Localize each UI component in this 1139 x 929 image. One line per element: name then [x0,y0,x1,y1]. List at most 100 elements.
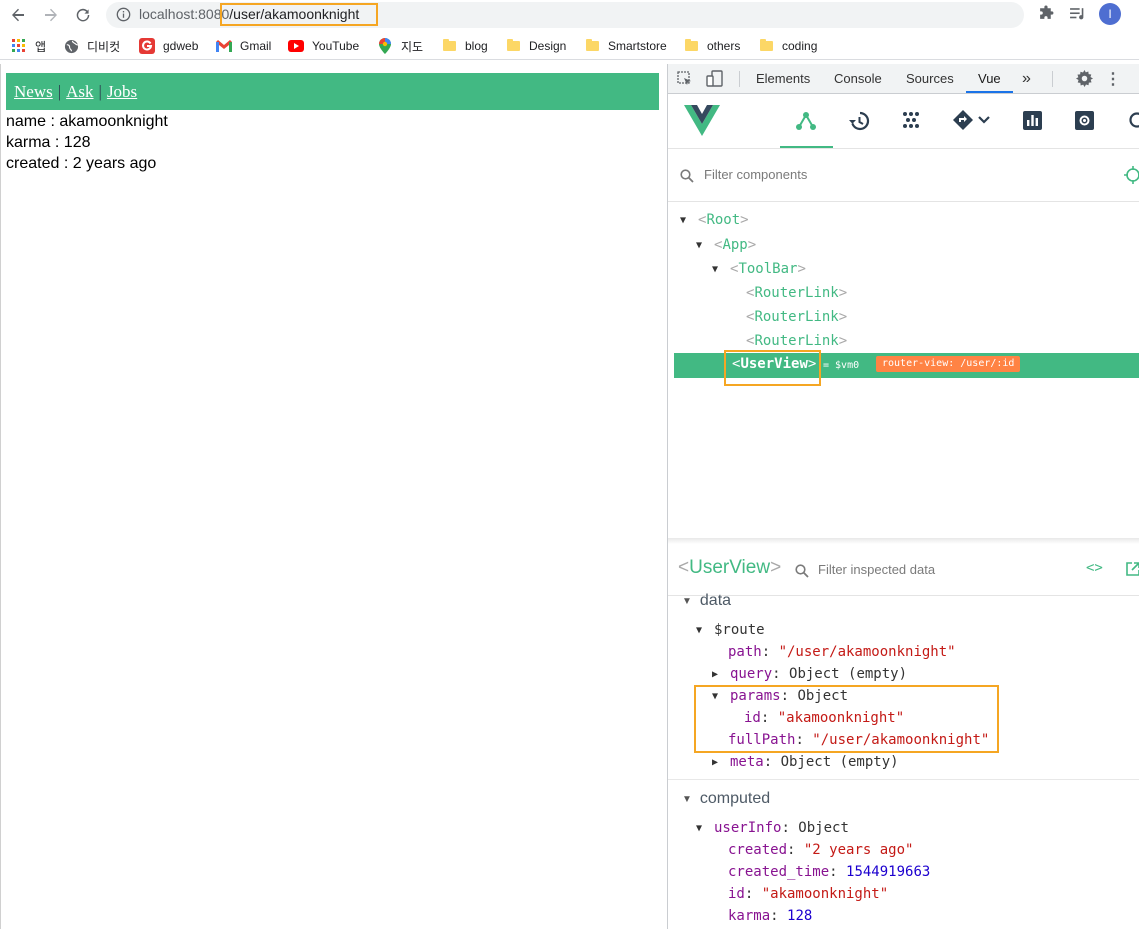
tree-node-app[interactable]: ▼ < App > [696,234,756,256]
timeline-tab-button[interactable] [848,110,870,135]
prop-route[interactable]: ▼ $route [696,619,765,641]
profile-avatar[interactable]: I [1099,3,1121,25]
collapse-triangle-icon[interactable]: ▶ [712,669,722,680]
prop-userinfo[interactable]: ▼ userInfo: Object [696,817,849,839]
bookmarks-bar: 앱 디비컷 gdweb Gmail YouTube 지도 blog Design… [0,32,1139,60]
tree-node-routerlink[interactable]: < RouterLink > [746,282,847,304]
computed-section-header[interactable]: ▼ computed [682,789,770,809]
code-view-icon[interactable]: <> [1086,560,1103,576]
prop-key: meta [730,754,764,770]
prop-value: 1544919663 [846,864,931,880]
expand-triangle-icon[interactable]: ▼ [696,625,706,636]
prop-value: 128 [787,908,813,924]
tree-node-root[interactable]: ▼ < Root > [680,209,749,231]
tab-console[interactable]: Console [834,71,882,86]
section-label: data [699,592,732,609]
bookmark-coding[interactable]: coding [758,37,817,55]
expand-triangle-icon[interactable]: ▼ [682,596,692,607]
vue-settings-tab-button[interactable] [1075,111,1094,133]
prop-meta[interactable]: ▶ meta: Object (empty) [712,751,899,773]
reload-button[interactable] [72,4,94,26]
dots-grid-icon [903,112,919,128]
bookmark-design[interactable]: Design [505,37,566,55]
router-tab-button[interactable] [952,109,992,134]
prop-user-id[interactable]: id: "akamoonknight" [728,883,888,905]
bookmark-gdweb[interactable]: gdweb [139,37,198,55]
info-icon[interactable] [116,7,131,22]
prop-karma[interactable]: karma: 128 [728,905,812,927]
expand-triangle-icon[interactable]: ▼ [680,215,690,226]
media-queue-button[interactable] [1069,5,1086,25]
extensions-button[interactable] [1038,5,1055,25]
history-icon [849,111,870,131]
device-toolbar-button[interactable] [706,70,724,91]
collapse-triangle-icon[interactable]: ▶ [712,757,722,768]
tree-node-toolbar[interactable]: ▼ < ToolBar > [712,258,806,280]
bookmark-maps[interactable]: 지도 [377,37,423,55]
components-tab-button[interactable] [795,110,817,135]
active-vue-tab-indicator [780,146,833,148]
settings-button[interactable] [1076,70,1093,90]
colon: : [744,886,762,902]
component-name: Root [706,212,741,228]
tab-elements[interactable]: Elements [756,71,810,86]
bookmark-label: 앱 [35,39,47,54]
browser-toolbar: localhost:8080/user/akamoonknight I [0,0,1139,30]
tab-sources[interactable]: Sources [906,71,954,86]
expand-triangle-icon[interactable]: ▼ [696,823,706,834]
vuex-tab-button[interactable] [901,110,921,133]
section-divider [668,779,1139,780]
kebab-menu-icon[interactable]: ⋮ [1105,69,1121,89]
nav-separator: | [98,81,102,101]
performance-tab-button[interactable] [1023,111,1042,133]
tab-vue[interactable]: Vue [978,71,1001,86]
nav-link-ask[interactable]: Ask [66,82,93,102]
filter-components-bar[interactable]: Filter components [668,150,1139,202]
vm-reference: = $vm0 [823,360,860,371]
bookmark-gmail[interactable]: Gmail [216,37,271,55]
forward-button[interactable] [40,4,62,26]
inspect-element-button[interactable] [677,71,693,90]
tree-node-routerlink[interactable]: < RouterLink > [746,330,847,352]
bookmark-dibicut[interactable]: 디비컷 [63,37,120,55]
tag-bracket: > [838,333,848,349]
user-info: name : akamoonknight karma : 128 created… [6,111,168,174]
bookmark-smartstore[interactable]: Smartstore [584,37,667,55]
bookmark-label: Design [529,39,567,53]
prop-created-time[interactable]: created_time: 1544919663 [728,861,930,883]
nav-link-jobs[interactable]: Jobs [107,82,137,102]
devtools-panel: Elements Console Sources Vue » ⋮ Filter … [667,64,1139,929]
prop-path[interactable]: path: "/user/akamoonknight" [728,641,956,663]
expand-triangle-icon[interactable]: ▼ [682,794,692,805]
prop-value: "akamoonknight" [761,886,889,902]
expand-triangle-icon[interactable]: ▼ [696,240,706,251]
gmail-icon [216,38,232,54]
search-tab-button[interactable] [1128,111,1139,134]
bookmark-youtube[interactable]: YouTube [288,37,359,55]
bookmark-label: Smartstore [608,39,667,53]
data-section-header[interactable]: ▼ data [682,591,731,611]
section-label: computed [699,790,771,807]
open-external-icon[interactable] [1126,562,1139,576]
reload-icon [76,8,90,22]
target-select-icon[interactable] [1124,166,1139,184]
page-viewport: News | Ask | Jobs name : akamoonknight k… [0,64,667,929]
settings-box-icon [1075,111,1094,130]
route-sign-icon [953,110,990,130]
folder-icon [758,38,774,54]
tag-bracket: < [746,309,755,325]
tag-bracket: < [746,285,755,301]
back-button[interactable] [7,4,29,26]
prop-key: query [730,666,773,682]
nav-link-news[interactable]: News [14,82,53,102]
more-tabs-icon[interactable]: » [1022,70,1031,88]
bookmark-apps[interactable]: 앱 [11,37,46,55]
expand-triangle-icon[interactable]: ▼ [712,264,722,275]
bookmark-blog[interactable]: blog [441,37,488,55]
folder-icon [584,38,600,54]
prop-created[interactable]: created: "2 years ago" [728,839,913,861]
prop-query[interactable]: ▶ query: Object (empty) [712,663,907,685]
filter-inspected-placeholder[interactable]: Filter inspected data [818,562,935,577]
bookmark-others[interactable]: others [683,37,740,55]
tree-node-routerlink[interactable]: < RouterLink > [746,306,847,328]
